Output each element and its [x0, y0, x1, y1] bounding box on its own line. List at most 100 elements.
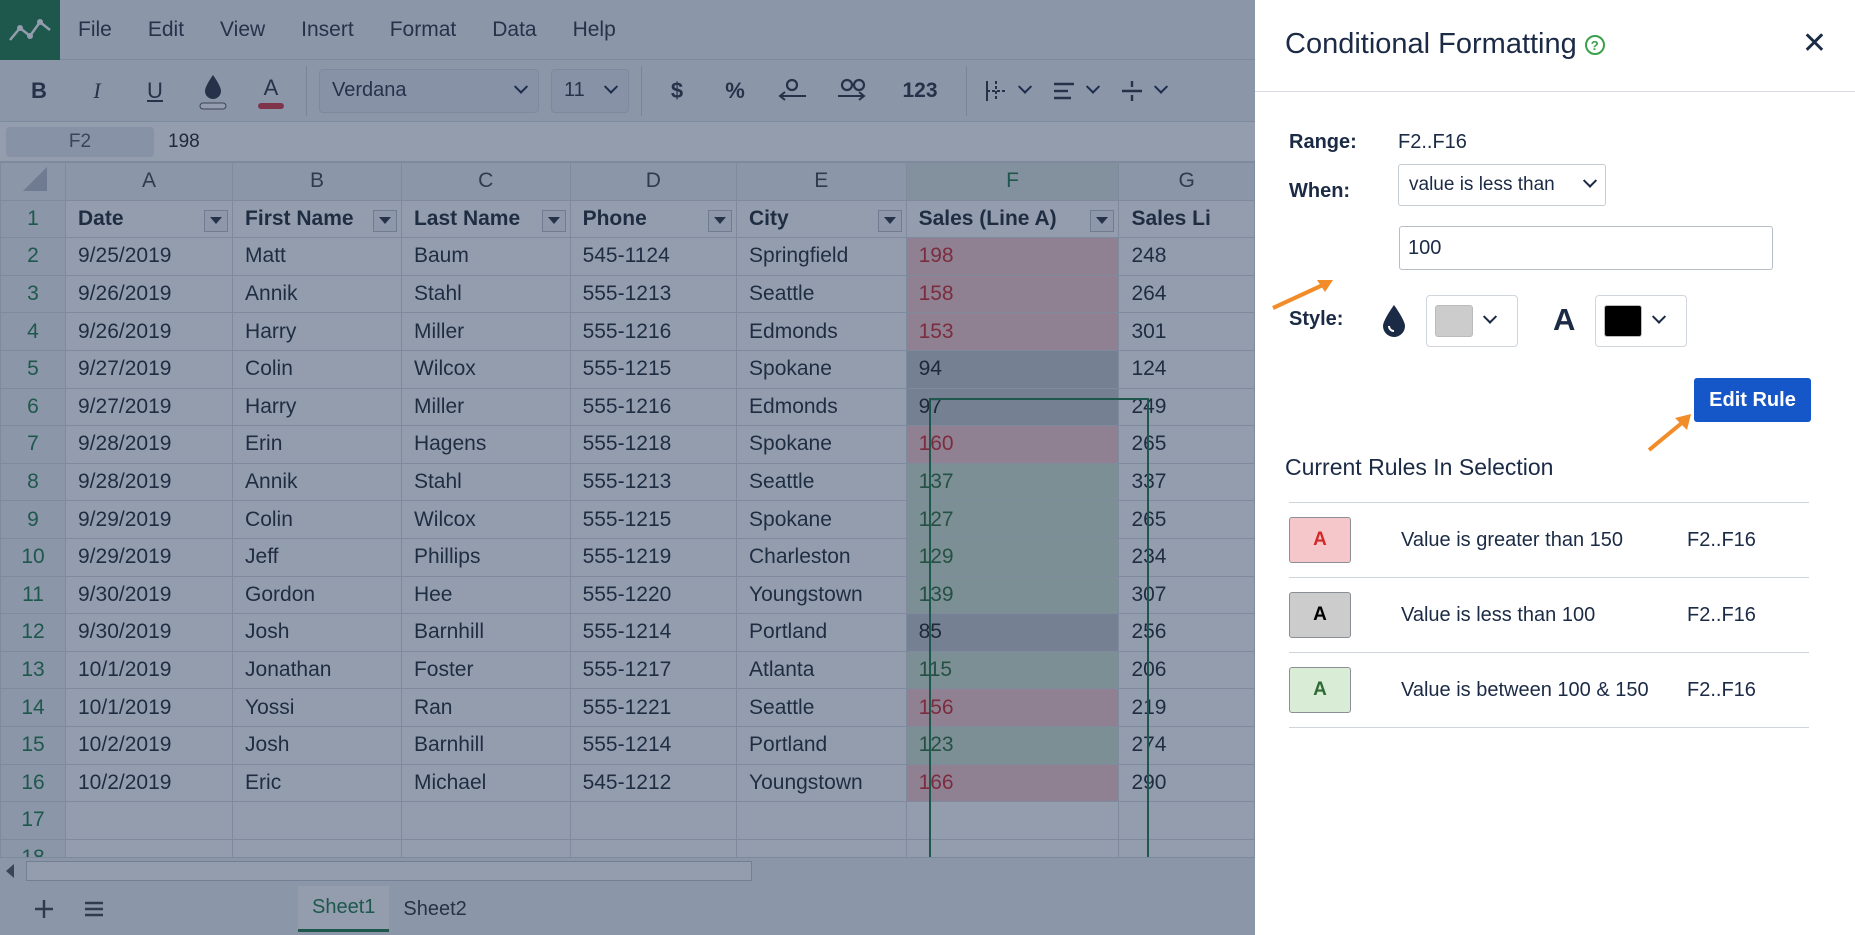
- row-header[interactable]: 18: [0, 838, 66, 857]
- cell-sales-line-b[interactable]: 264: [1118, 274, 1255, 314]
- filter-dropdown-icon[interactable]: [1090, 209, 1115, 232]
- cell-date[interactable]: 10/2/2019: [64, 763, 234, 803]
- cell-city[interactable]: Charleston: [736, 537, 907, 577]
- menu-format[interactable]: Format: [372, 18, 475, 42]
- cell-phone[interactable]: 555-1218: [569, 425, 738, 464]
- cell-sales-line-b[interactable]: 290: [1118, 763, 1255, 803]
- fill-color-button[interactable]: [192, 69, 234, 113]
- cell-sales-line-b[interactable]: 219: [1118, 688, 1255, 727]
- select-all-corner[interactable]: [0, 162, 66, 201]
- cell-sales-line-b[interactable]: 307: [1118, 575, 1255, 615]
- cell-sales-line-b[interactable]: 265: [1118, 425, 1255, 464]
- filter-dropdown-icon[interactable]: [204, 209, 229, 232]
- header-cell-first-name[interactable]: First Name: [232, 199, 402, 239]
- cell-last-name[interactable]: Baum: [400, 237, 571, 276]
- cell-last-name[interactable]: Michael: [400, 763, 571, 803]
- cell-city[interactable]: Portland: [736, 613, 907, 652]
- row-header[interactable]: 2: [0, 237, 66, 276]
- cell-phone[interactable]: 555-1214: [569, 725, 738, 765]
- cell-date[interactable]: 9/30/2019: [64, 575, 234, 615]
- menu-help[interactable]: Help: [555, 18, 634, 42]
- rule-row[interactable]: A Value is less than 100 F2..F16: [1289, 578, 1809, 653]
- cell-sales-line-a[interactable]: 198: [905, 237, 1120, 276]
- currency-button[interactable]: $: [656, 69, 698, 113]
- sheet-list-icon[interactable]: [74, 889, 114, 929]
- cell-city[interactable]: Youngstown: [736, 763, 907, 803]
- cell-city[interactable]: Seattle: [736, 274, 907, 314]
- close-button[interactable]: ✕: [1802, 26, 1827, 61]
- cell-sales-line-a[interactable]: 156: [905, 688, 1120, 727]
- cell-date[interactable]: 10/2/2019: [64, 725, 234, 765]
- column-header-c[interactable]: C: [400, 162, 571, 201]
- cell-last-name[interactable]: Miller: [400, 387, 571, 427]
- filter-dropdown-icon[interactable]: [372, 209, 397, 232]
- cell-sales-line-b[interactable]: 249: [1118, 387, 1255, 427]
- cell-city[interactable]: Spokane: [736, 349, 907, 389]
- empty-cell[interactable]: [232, 801, 402, 840]
- row-header[interactable]: 17: [0, 801, 66, 840]
- number-format-button[interactable]: 123: [888, 69, 952, 113]
- cell-first-name[interactable]: Annik: [232, 274, 402, 314]
- cell-sales-line-a[interactable]: 139: [905, 575, 1120, 615]
- cell-last-name[interactable]: Stahl: [400, 274, 571, 314]
- column-header-a[interactable]: A: [64, 162, 234, 201]
- header-cell-date[interactable]: Date: [64, 199, 234, 239]
- header-cell-sales-line-b[interactable]: Sales Li: [1118, 199, 1255, 239]
- cell-sales-line-a[interactable]: 166: [905, 763, 1120, 803]
- sheet-tab-sheet2[interactable]: Sheet2: [389, 886, 480, 932]
- header-cell-phone[interactable]: Phone: [569, 199, 738, 239]
- cell-last-name[interactable]: Stahl: [400, 462, 571, 502]
- row-header[interactable]: 16: [0, 763, 66, 803]
- row-header[interactable]: 9: [0, 500, 66, 539]
- row-header[interactable]: 13: [0, 650, 66, 690]
- header-cell-sales-line-a[interactable]: Sales (Line A): [905, 199, 1120, 239]
- cell-sales-line-b[interactable]: 265: [1118, 500, 1255, 539]
- cell-first-name[interactable]: Colin: [232, 500, 402, 539]
- fill-color-select[interactable]: [1426, 295, 1518, 347]
- row-header[interactable]: 11: [0, 575, 66, 615]
- borders-icon[interactable]: [981, 69, 1033, 113]
- cell-first-name[interactable]: Colin: [232, 349, 402, 389]
- header-cell-last-name[interactable]: Last Name: [400, 199, 571, 239]
- cell-date[interactable]: 9/27/2019: [64, 349, 234, 389]
- empty-cell[interactable]: [905, 801, 1120, 840]
- cell-sales-line-a[interactable]: 123: [905, 725, 1120, 765]
- cell-sales-line-a[interactable]: 158: [905, 274, 1120, 314]
- cell-phone[interactable]: 545-1124: [569, 237, 738, 276]
- cell-sales-line-b[interactable]: 337: [1118, 462, 1255, 502]
- header-cell-city[interactable]: City: [736, 199, 907, 239]
- cell-sales-line-a[interactable]: 160: [905, 425, 1120, 464]
- cell-date[interactable]: 9/27/2019: [64, 387, 234, 427]
- cell-city[interactable]: Edmonds: [736, 312, 907, 351]
- cell-sales-line-a[interactable]: 85: [905, 613, 1120, 652]
- row-header[interactable]: 10: [0, 537, 66, 577]
- bold-button[interactable]: B: [18, 69, 60, 113]
- menu-view[interactable]: View: [202, 18, 283, 42]
- cell-sales-line-a[interactable]: 127: [905, 500, 1120, 539]
- empty-cell[interactable]: [400, 838, 571, 857]
- cell-city[interactable]: Seattle: [736, 688, 907, 727]
- cell-first-name[interactable]: Yossi: [232, 688, 402, 727]
- formula-input[interactable]: 198: [168, 131, 200, 153]
- cell-sales-line-a[interactable]: 137: [905, 462, 1120, 502]
- column-header-d[interactable]: D: [569, 162, 738, 201]
- condition-select[interactable]: value is less than: [1398, 164, 1606, 206]
- cell-phone[interactable]: 545-1212: [569, 763, 738, 803]
- cell-date[interactable]: 9/26/2019: [64, 312, 234, 351]
- cell-phone[interactable]: 555-1220: [569, 575, 738, 615]
- cell-last-name[interactable]: Ran: [400, 688, 571, 727]
- row-header[interactable]: 6: [0, 387, 66, 427]
- cell-first-name[interactable]: Harry: [232, 387, 402, 427]
- cell-sales-line-a[interactable]: 97: [905, 387, 1120, 427]
- cell-city[interactable]: Spokane: [736, 425, 907, 464]
- cell-first-name[interactable]: Josh: [232, 725, 402, 765]
- cell-sales-line-b[interactable]: 274: [1118, 725, 1255, 765]
- filter-dropdown-icon[interactable]: [708, 209, 733, 232]
- empty-cell[interactable]: [569, 838, 738, 857]
- column-header-g[interactable]: G: [1118, 162, 1255, 201]
- filter-dropdown-icon[interactable]: [877, 209, 902, 232]
- text-color-select[interactable]: [1595, 295, 1687, 347]
- scroll-left-icon[interactable]: [6, 864, 14, 878]
- cell-date[interactable]: 9/26/2019: [64, 274, 234, 314]
- cell-date[interactable]: 9/28/2019: [64, 425, 234, 464]
